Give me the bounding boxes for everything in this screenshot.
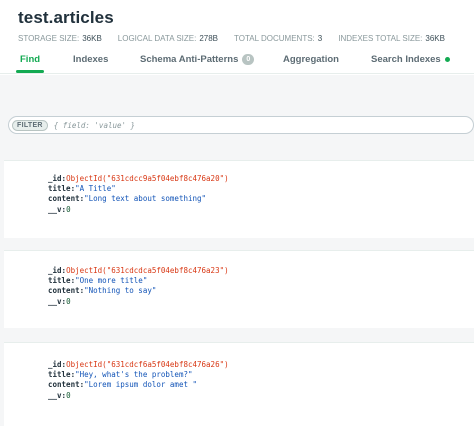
document-card[interactable]: _id:ObjectId("631cdcdca5f04ebf8c476a23")…	[4, 250, 474, 328]
field-row: _id:ObjectId("631cdcc9a5f04ebf8c476a20")	[48, 174, 229, 183]
filter-input[interactable]: { field: 'value' }	[54, 121, 135, 130]
tab-schema-anti-patterns[interactable]: Schema Anti-Patterns 0	[140, 54, 255, 65]
collection-stats: STORAGE SIZE: 36KB LOGICAL DATA SIZE: 278B…	[18, 34, 461, 43]
anti-pattern-count-badge: 0	[242, 54, 255, 65]
field-row: __v:0	[48, 296, 71, 306]
query-bar-area	[0, 75, 474, 153]
tab-aggregation[interactable]: Aggregation	[283, 54, 339, 65]
collection-tabs: Find Indexes Schema Anti-Patterns 0 Aggre…	[0, 48, 474, 74]
field-row: __v:0	[48, 390, 71, 400]
field-row: title:"Hey, what's the problem?"	[48, 370, 193, 380]
field-row: title:"A Title"	[48, 184, 116, 194]
field-row: _id:ObjectId("631cdcdca5f04ebf8c476a23")	[48, 266, 229, 275]
documents-list: _id:ObjectId("631cdcc9a5f04ebf8c476a20")…	[0, 153, 474, 426]
filter-bar[interactable]: FILTER { field: 'value' }	[8, 116, 474, 134]
tab-find[interactable]: Find	[15, 54, 45, 73]
status-dot-icon	[444, 57, 450, 62]
field-row: title:"One more title"	[48, 276, 148, 286]
tab-search-indexes[interactable]: Search Indexes	[371, 54, 450, 65]
tab-indexes[interactable]: Indexes	[73, 54, 108, 65]
document-fields: _id:ObjectId("631cdcc9a5f04ebf8c476a20")…	[48, 174, 229, 215]
document-fields: _id:ObjectId("631cdcdca5f04ebf8c476a23")…	[48, 266, 229, 307]
field-row: content:"Nothing to say"	[48, 286, 157, 296]
stat-logical-data-size: LOGICAL DATA SIZE: 278B	[117, 34, 219, 43]
collection-title: test.articles	[18, 8, 114, 27]
stat-storage-size: STORAGE SIZE: 36KB	[18, 34, 102, 43]
document-card[interactable]: _id:ObjectId("631cdcc9a5f04ebf8c476a20")…	[4, 160, 474, 238]
stat-total-documents: TOTAL DOCUMENTS: 3	[234, 34, 323, 43]
field-row: _id:ObjectId("631cdcf6a5f04ebf8c476a26")	[48, 360, 229, 369]
document-fields: _id:ObjectId("631cdcf6a5f04ebf8c476a26")…	[48, 360, 229, 401]
document-card[interactable]: _id:ObjectId("631cdcf6a5f04ebf8c476a26")…	[4, 342, 474, 426]
collection-header: test.articles STORAGE SIZE: 36KB LOGICAL …	[0, 0, 474, 48]
stat-indexes-total-size: INDEXES TOTAL SIZE: 36KB	[338, 34, 445, 43]
field-row: content:"Long text about something"	[48, 194, 207, 204]
filter-label: FILTER	[12, 119, 48, 131]
field-row: __v:0	[48, 204, 71, 214]
field-row: content:"Lorem ipsum dolor amet "	[48, 380, 198, 390]
